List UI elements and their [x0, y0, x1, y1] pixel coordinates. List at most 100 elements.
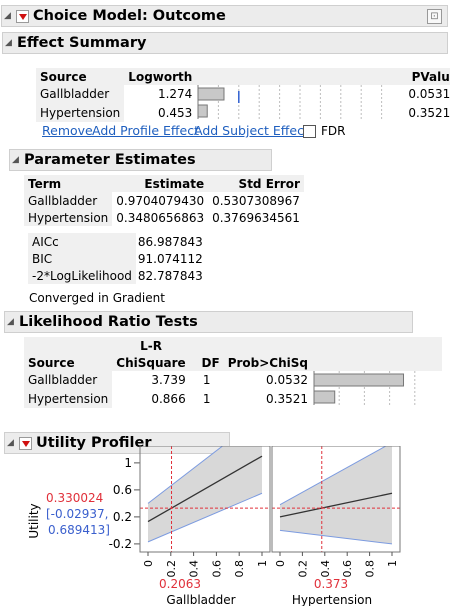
fit-value: 82.787843: [137, 268, 203, 283]
col-header-term[interactable]: Term: [24, 175, 112, 192]
logworth-bar-chart: [197, 85, 383, 119]
term-cell[interactable]: Gallbladder: [24, 192, 113, 209]
profiler-panel-hypertension: 0 0.2 0.4 0.6 0.8 1 0.373 Hypertension: [271, 446, 401, 606]
x-tick-label: 0.2: [165, 560, 178, 578]
chisq-bar-cell: [312, 371, 442, 408]
remove-link[interactable]: Remove: [42, 123, 93, 138]
logworth-cell: 1.274: [157, 87, 193, 102]
x-tick-label: 0.8: [233, 560, 246, 578]
col-header-chisq-bar: [312, 354, 442, 371]
col-header-prob[interactable]: Prob>ChiSq: [224, 354, 312, 371]
source-cell[interactable]: Hypertension: [24, 389, 113, 408]
report-header: ◢ Choice Model: Outcome ⊡: [1, 5, 448, 27]
logworth-cell: 0.453: [157, 105, 193, 120]
fit-label: -2*LogLikelihood: [28, 267, 136, 284]
fit-value: 86.987843: [137, 234, 203, 249]
col-header-logworth[interactable]: Logworth: [124, 68, 196, 85]
x-axis-label: Hypertension: [292, 593, 372, 606]
col-header-bar-top: [312, 337, 442, 354]
col-header-df-top: [190, 337, 224, 354]
x-tick-label: 0.2: [296, 560, 309, 578]
collapse-triangle-icon[interactable]: ◢: [5, 38, 17, 48]
collapse-triangle-icon[interactable]: ◢: [7, 317, 19, 327]
x-tick-label: 0.8: [364, 560, 377, 578]
red-triangle-menu-icon[interactable]: [16, 9, 29, 23]
estimate-cell: 0.3480656863: [116, 210, 205, 225]
logworth-bar: [197, 104, 209, 118]
x-tick-label: 1: [256, 560, 269, 567]
current-utility-value: 0.330024: [46, 491, 103, 505]
source-cell[interactable]: Gallbladder: [24, 371, 113, 390]
col-header-chisquare[interactable]: ChiSquare: [112, 354, 189, 371]
convergence-status: Converged in Gradient: [29, 291, 165, 305]
x-tick-label: 0.6: [210, 560, 223, 578]
fdr-label: FDR: [321, 124, 346, 138]
chisquare-cell: 3.739: [151, 373, 186, 388]
x-tick-label: 0.4: [188, 560, 201, 578]
col-header-df[interactable]: DF: [190, 354, 224, 371]
df-cell: 1: [202, 391, 211, 406]
std-error-cell: 0.5307308967: [212, 193, 300, 208]
profiler-panel-gallbladder: 0 0.2 0.4 0.6 0.8 1 0.2063 Gallbladder: [139, 446, 271, 606]
prob-cell: 0.3521: [266, 391, 308, 406]
col-header-source-top: [24, 337, 112, 354]
effect-summary-table: Source Logworth PValue Gallbladder 1.274…: [36, 68, 450, 122]
logworth-bar: [197, 87, 225, 101]
chisquare-cell: 0.866: [151, 391, 186, 406]
fit-value: 91.074112: [137, 251, 203, 266]
x-tick-label: 0: [274, 560, 287, 567]
chisq-bar-chart: [313, 371, 416, 405]
x-tick-label: 0.6: [341, 560, 354, 578]
parameter-estimates-header: ◢ Parameter Estimates: [9, 149, 272, 171]
col-header-estimate[interactable]: Estimate: [112, 175, 208, 192]
prob-cell: 0.0532: [266, 373, 308, 388]
logworth-bar-cell: [196, 85, 404, 122]
df-cell: 1: [202, 373, 211, 388]
col-header-logworth-bar: [196, 68, 404, 85]
y-tick-label: 0.6: [113, 483, 132, 497]
y-tick-label: 0.2: [113, 510, 132, 524]
collapse-triangle-icon[interactable]: ◢: [4, 11, 16, 21]
parameter-estimates-title: Parameter Estimates: [24, 152, 196, 168]
pvalue-cell: 0.35214: [408, 105, 450, 120]
panel-plot-area: [272, 446, 400, 552]
utility-profiler-chart[interactable]: 1 0.6 0.2 -0.2 Utility 0.330024 [-0.02937, 0.68…: [0, 446, 450, 606]
x-tick-label: 0: [142, 560, 155, 567]
effect-summary-header: ◢ Effect Summary: [2, 32, 448, 54]
utility-interval-upper: 0.689413]: [48, 523, 110, 537]
col-header-source[interactable]: Source: [36, 68, 124, 85]
report-title: Choice Model: Outcome: [33, 8, 226, 24]
effect-summary-title: Effect Summary: [17, 35, 147, 51]
lr-tests-table: L-R Source ChiSquare DF Prob>ChiSq Gallb…: [24, 337, 442, 408]
term-cell[interactable]: Hypertension: [24, 209, 113, 226]
fit-statistics-table: AICc 86.987843 BIC 91.074112 -2*LogLikel…: [28, 233, 207, 284]
col-header-pvalue[interactable]: PValue: [404, 68, 450, 85]
current-x-value: 0.373: [314, 577, 348, 591]
collapse-triangle-icon[interactable]: ◢: [12, 155, 24, 165]
add-profile-effect-link[interactable]: Add Profile Effect: [92, 123, 199, 138]
lr-tests-header: ◢ Likelihood Ratio Tests: [4, 311, 413, 333]
x-axis-label: Gallbladder: [166, 593, 235, 606]
fdr-checkbox[interactable]: [303, 125, 316, 138]
x-tick-label: 1: [386, 560, 399, 567]
std-error-cell: 0.3769634561: [212, 210, 300, 225]
source-cell[interactable]: Hypertension: [36, 103, 125, 122]
fit-label: AICc: [28, 233, 136, 250]
current-x-value: 0.2063: [159, 577, 201, 591]
window-corner-icon[interactable]: ⊡: [427, 9, 442, 24]
fit-label: BIC: [28, 250, 136, 267]
pvalue-cell: 0.05317: [408, 87, 450, 102]
y-axis-label: Utility: [27, 503, 41, 538]
col-header-std-error[interactable]: Std Error: [208, 175, 304, 192]
estimate-cell: 0.9704079430: [116, 193, 205, 208]
source-cell[interactable]: Gallbladder: [36, 85, 125, 104]
y-tick-label: 1: [124, 456, 132, 470]
panel-plot-area: [140, 446, 270, 552]
col-header-prob-top: [224, 337, 312, 354]
col-header-lr-top: L-R: [140, 338, 162, 353]
add-subject-effect-link[interactable]: Add Subject Effect: [194, 123, 309, 138]
x-tick-label: 0.4: [319, 560, 332, 578]
utility-interval-lower: [-0.02937,: [46, 507, 108, 521]
col-header-source[interactable]: Source: [24, 354, 112, 371]
y-tick-label: -0.2: [109, 537, 132, 551]
